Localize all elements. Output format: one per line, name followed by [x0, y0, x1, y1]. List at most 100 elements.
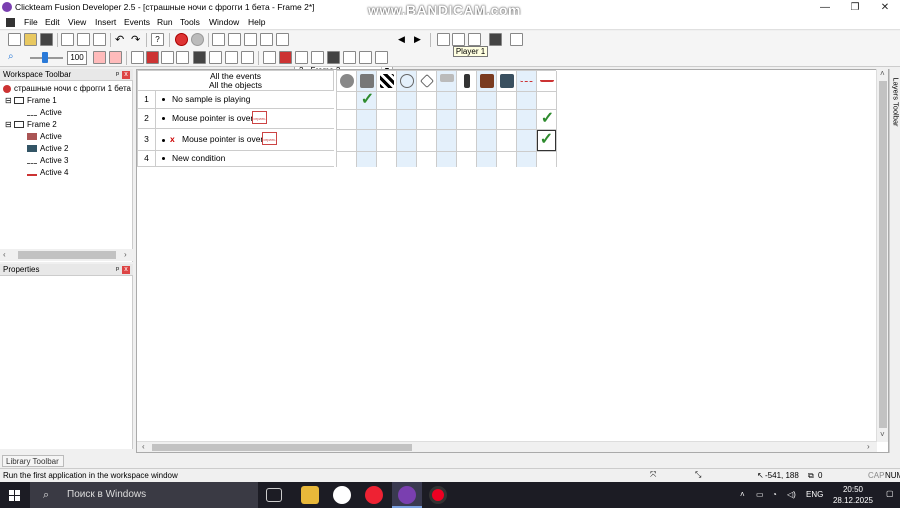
pin-icon[interactable]: ᵖ [116, 264, 119, 276]
object-icon-8[interactable] [241, 51, 254, 64]
grid-column-timer[interactable] [397, 71, 417, 167]
scroll-thumb[interactable] [152, 444, 412, 451]
vertical-scrollbar[interactable]: ˄ ˅ [876, 69, 888, 442]
scroll-thumb[interactable] [18, 251, 116, 259]
tree-frame2-active2[interactable]: Active 2 [27, 144, 68, 153]
cut-icon[interactable] [61, 33, 74, 46]
language-indicator[interactable]: ENG [806, 490, 823, 499]
object-icon-3[interactable] [161, 51, 174, 64]
object-icon-4[interactable] [176, 51, 189, 64]
object-icon-13[interactable] [327, 51, 340, 64]
event-row[interactable]: 4 New condition [137, 151, 334, 167]
grid-column-player[interactable] [457, 71, 477, 167]
stop-icon[interactable] [175, 33, 188, 46]
menu-view[interactable]: View [68, 17, 86, 27]
run-frame-icon[interactable] [437, 33, 450, 46]
object-icon-16[interactable] [375, 51, 388, 64]
object-icon-1[interactable] [131, 51, 144, 64]
previous-frame-icon[interactable]: ◀ [398, 34, 405, 45]
condition-text[interactable]: Mouse pointer is over [172, 109, 253, 128]
object-icon-9[interactable] [263, 51, 276, 64]
undo-icon[interactable]: ↶ [115, 33, 124, 46]
run-application-icon[interactable] [452, 33, 465, 46]
grid-column-mouse[interactable] [437, 71, 457, 167]
event-row[interactable]: 2 Mouse pointer is over играть [137, 109, 334, 129]
clock-date[interactable]: 28.12.2025 [830, 496, 876, 505]
bandicam-icon[interactable] [429, 486, 447, 504]
object-icon-7[interactable] [225, 51, 238, 64]
build-icon[interactable] [510, 33, 523, 46]
condition-text[interactable]: No sample is playing [172, 91, 250, 108]
start-button[interactable] [0, 482, 30, 508]
event-icon-1[interactable] [93, 51, 106, 64]
restore-button[interactable]: ❐ [840, 0, 870, 15]
event-row[interactable]: 3 x Mouse pointer is over играть [137, 129, 334, 151]
object-icon-11[interactable] [295, 51, 308, 64]
menu-file[interactable]: File [24, 17, 38, 27]
storyboard-icon[interactable] [212, 33, 225, 46]
object-icon-15[interactable] [359, 51, 372, 64]
library-toolbar-tab[interactable]: Library Toolbar [2, 455, 64, 467]
object-icon-6[interactable] [209, 51, 222, 64]
forward-icon[interactable] [191, 33, 204, 46]
next-frame-icon[interactable]: ▶ [414, 34, 421, 45]
object-icon-12[interactable] [311, 51, 324, 64]
object-icon-10[interactable] [279, 51, 292, 64]
battery-icon[interactable]: ▭ [756, 490, 764, 499]
horizontal-scrollbar[interactable]: ‹ › [137, 441, 877, 452]
object-thumbnail[interactable]: играть [262, 132, 277, 145]
action-checkmark[interactable]: ✓ [538, 110, 557, 129]
open-icon[interactable] [24, 33, 37, 46]
tree-app-item[interactable]: страшные ночи с фрогги 1 бета [3, 84, 131, 93]
grid-column-active[interactable] [477, 71, 497, 167]
run-fullscreen-icon[interactable] [468, 33, 481, 46]
data-elements-icon[interactable] [276, 33, 289, 46]
menu-events[interactable]: Events [124, 17, 150, 27]
chevron-up-icon[interactable]: ˄ [740, 490, 745, 499]
close-icon[interactable]: x [122, 71, 130, 79]
event-row[interactable]: 1 No sample is playing [137, 91, 334, 109]
tree-frame2-active4[interactable]: Active 4 [27, 168, 68, 177]
menu-run[interactable]: Run [157, 17, 173, 27]
menu-edit[interactable]: Edit [45, 17, 60, 27]
zoom-slider-thumb[interactable] [42, 52, 48, 63]
frame-editor-icon[interactable] [228, 33, 241, 46]
grid-column-sound[interactable] [357, 71, 377, 167]
pin-icon[interactable]: ᵖ [116, 69, 119, 81]
event-list-icon[interactable] [260, 33, 273, 46]
clock-time[interactable]: 20:50 [838, 485, 868, 494]
system-menu-icon[interactable] [6, 18, 15, 27]
redo-icon[interactable]: ↷ [131, 33, 140, 46]
paste-icon[interactable] [93, 33, 106, 46]
fusion-app-taskbar[interactable] [392, 482, 422, 508]
tree-frame2-active[interactable]: Active [27, 132, 62, 141]
event-icon-2[interactable] [109, 51, 122, 64]
volume-icon[interactable]: ◁) [787, 490, 796, 499]
scroll-right-icon[interactable]: › [124, 250, 127, 259]
yandex-browser-icon[interactable] [333, 486, 351, 504]
menu-help[interactable]: Help [248, 17, 265, 27]
object-icon-14[interactable] [343, 51, 356, 64]
object-icon-5[interactable] [193, 51, 206, 64]
scroll-right-icon[interactable]: › [867, 442, 870, 451]
taskbar-search[interactable]: ⌕ Поиск в Windows [30, 482, 258, 508]
action-checkmark-selected[interactable]: ✓ [537, 130, 556, 151]
tree-frame2-active3[interactable]: Active 3 [27, 156, 68, 165]
event-editor-icon[interactable] [244, 33, 257, 46]
grid-column-active3[interactable] [517, 71, 537, 167]
file-explorer-icon[interactable] [301, 486, 319, 504]
workspace-hscroll[interactable]: ‹ › [0, 249, 133, 261]
zoom-icon[interactable]: ⌕ [8, 51, 14, 62]
object-icon-2[interactable] [146, 51, 159, 64]
condition-text[interactable]: Mouse pointer is over [182, 129, 263, 150]
close-icon[interactable]: x [122, 266, 130, 274]
scroll-left-icon[interactable]: ‹ [3, 250, 6, 259]
menu-window[interactable]: Window [209, 17, 239, 27]
yandex-icon[interactable] [365, 486, 383, 504]
menu-tools[interactable]: Tools [180, 17, 200, 27]
close-button[interactable]: ✕ [870, 0, 900, 15]
grid-column-storyboard[interactable] [377, 71, 397, 167]
events-header[interactable]: All the events All the objects [137, 70, 334, 91]
scroll-thumb[interactable] [879, 81, 887, 428]
tree-frame1-active[interactable]: Active [27, 108, 62, 117]
